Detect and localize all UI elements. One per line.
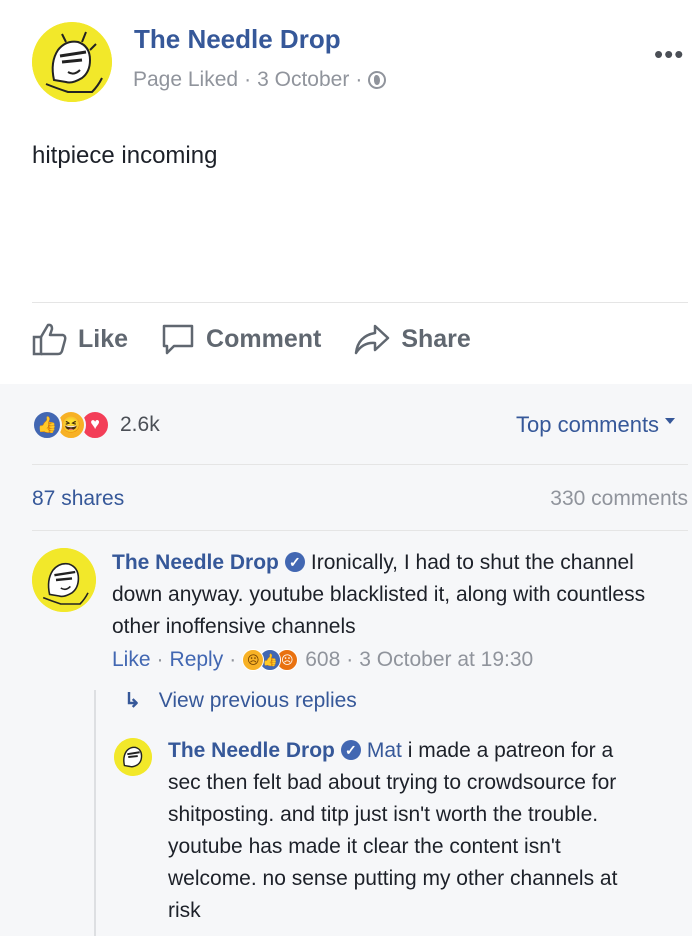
comment-button[interactable]: Comment <box>160 322 321 356</box>
like-label: Like <box>78 324 129 353</box>
action-separator: · <box>156 648 164 671</box>
comment-like-button[interactable]: Like <box>112 648 151 672</box>
post-text: hitpiece incoming <box>32 142 218 169</box>
divider <box>32 464 688 465</box>
share-arrow-icon <box>355 324 390 355</box>
comments-count-link[interactable]: 330 comments <box>550 487 688 511</box>
page-avatar[interactable] <box>32 22 112 102</box>
post-date[interactable]: 3 October <box>257 68 349 92</box>
needle-drop-logo-icon <box>32 548 96 612</box>
more-options-icon[interactable]: ••• <box>654 41 684 67</box>
action-separator: · <box>346 648 354 671</box>
view-previous-replies-link[interactable]: ↳ View previous replies <box>124 688 357 713</box>
comment-actions: Like · Reply · ☹ 👍 ☹ 608 · 3 October at … <box>112 648 533 672</box>
shares-link[interactable]: 87 shares <box>32 487 124 511</box>
divider <box>32 530 688 531</box>
comment-reactions[interactable]: ☹ 👍 ☹ 608 <box>242 648 340 672</box>
comment-body: The Needle Drop ✓ Ironically, I had to shu… <box>112 547 672 643</box>
share-label: Share <box>401 324 471 353</box>
share-button[interactable]: Share <box>353 322 471 356</box>
post-meta: Page Liked · 3 October · <box>133 68 387 92</box>
sad-reaction-icon: ☹ <box>242 649 265 671</box>
reactions-summary[interactable]: 👍 😆 ♥ 2.6k <box>32 410 160 440</box>
sort-label: Top comments <box>516 412 660 437</box>
view-previous-replies-label: View previous replies <box>158 688 357 712</box>
divider <box>32 302 688 303</box>
needle-drop-logo-icon <box>32 22 112 102</box>
page-liked-status: Page Liked <box>133 68 239 91</box>
comment-timestamp[interactable]: 3 October at 19:30 <box>359 648 533 672</box>
reply-text: i made a patreon for a sec then felt bad… <box>168 739 618 922</box>
reaction-count: 2.6k <box>120 413 160 436</box>
comment-bubble-icon <box>162 324 194 355</box>
comment-avatar[interactable] <box>32 548 96 612</box>
like-button[interactable]: Like <box>32 322 128 356</box>
reply-author-link[interactable]: The Needle Drop <box>168 739 335 762</box>
meta-separator: · <box>244 68 252 91</box>
like-reaction-icon: 👍 <box>32 410 62 440</box>
post-actions: Like Comment Share <box>32 322 503 356</box>
reply-body: The Needle Drop ✓ Mat i made a patreon for… <box>168 735 638 927</box>
reply-avatar[interactable] <box>114 738 152 776</box>
reply-thread-line <box>94 690 96 936</box>
mention-link[interactable]: Mat <box>367 739 402 762</box>
action-separator: · <box>229 648 237 671</box>
needle-drop-logo-icon <box>114 738 152 776</box>
thumbs-up-icon <box>32 323 67 356</box>
comment-reply-button[interactable]: Reply <box>170 648 224 672</box>
verified-badge-icon: ✓ <box>284 552 305 572</box>
verified-badge-icon: ✓ <box>340 740 361 760</box>
page-name-link[interactable]: The Needle Drop <box>134 24 341 55</box>
caret-down-icon <box>665 418 676 424</box>
comment-reaction-count: 608 <box>305 648 341 671</box>
meta-separator: · <box>355 68 363 91</box>
comment-author-link[interactable]: The Needle Drop <box>112 551 279 574</box>
reply-arrow-icon: ↳ <box>124 690 141 712</box>
top-comments-dropdown[interactable]: Top comments <box>516 412 676 438</box>
comment-label: Comment <box>206 324 322 353</box>
globe-icon <box>368 71 387 89</box>
